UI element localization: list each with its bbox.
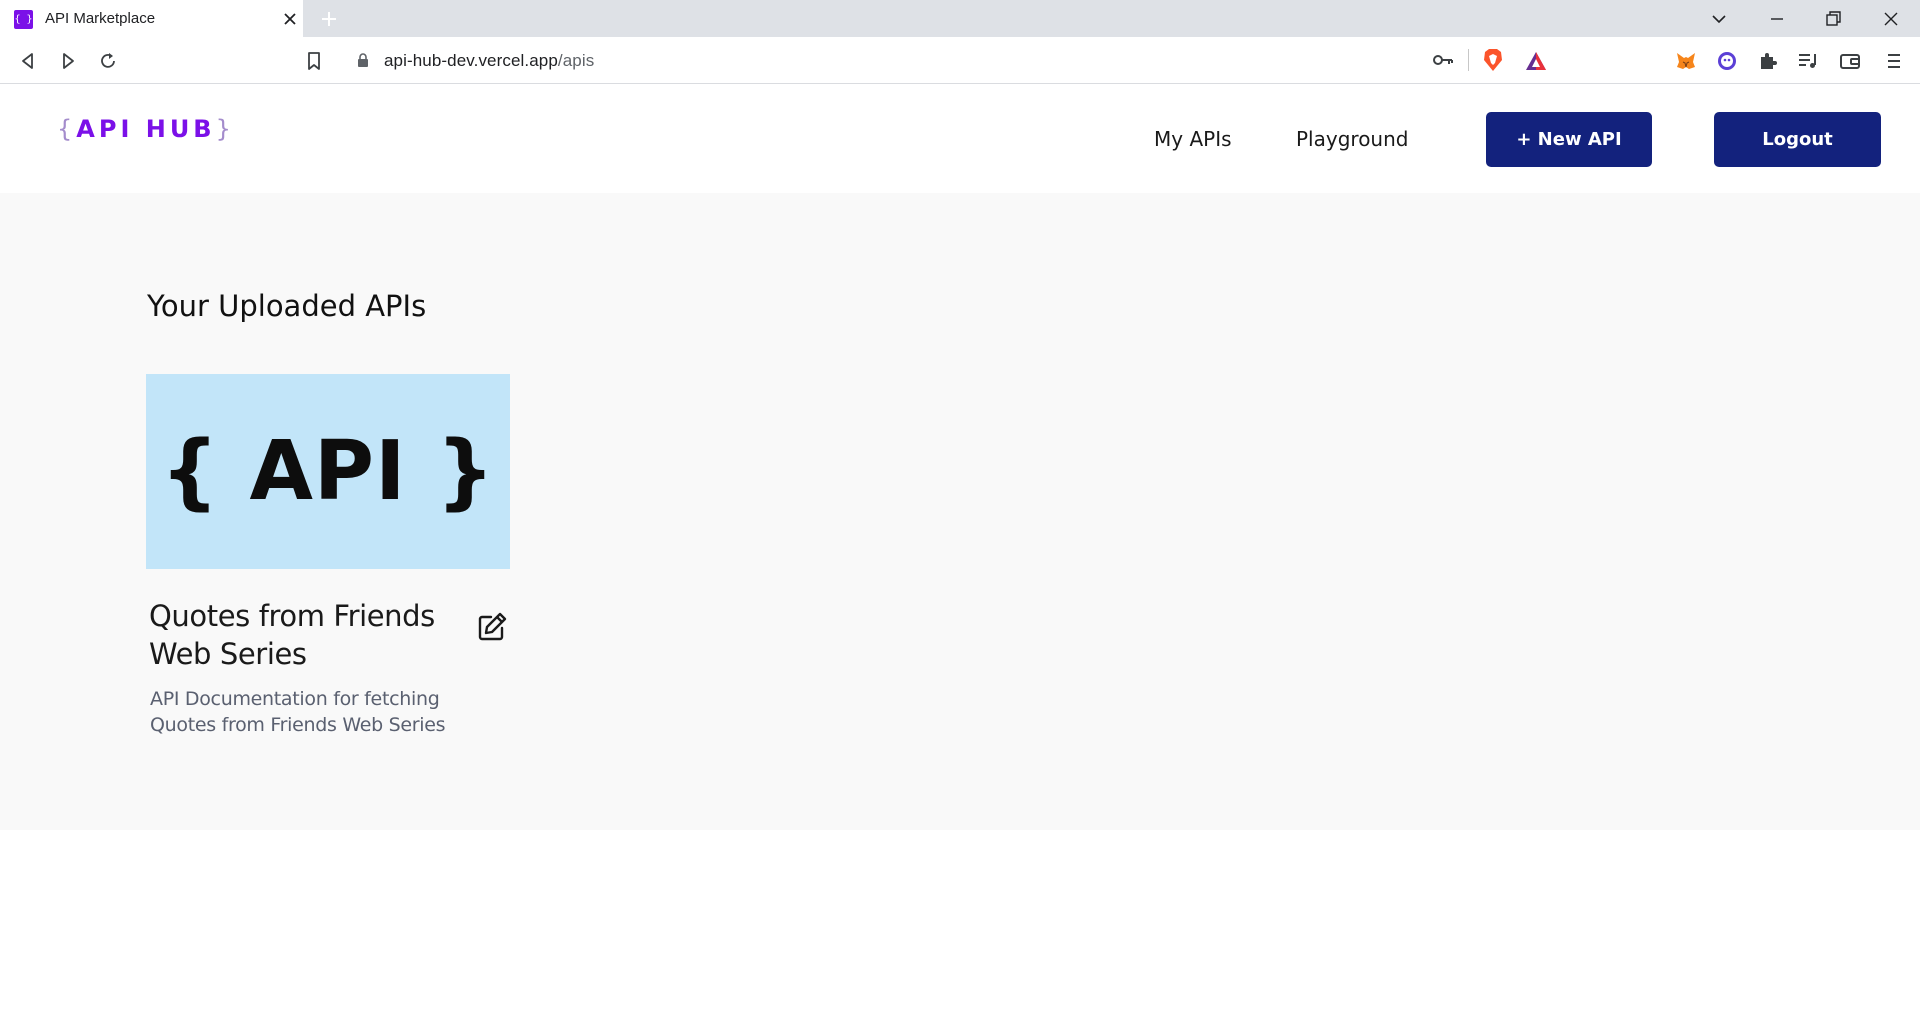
browser-tab-active[interactable]: { } API Marketplace	[0, 0, 303, 37]
tab-title: API Marketplace	[45, 10, 156, 27]
api-card-image-text: { API }	[160, 424, 496, 519]
api-card-title[interactable]: Quotes from Friends Web Series	[149, 597, 449, 673]
new-api-button[interactable]: + New API	[1486, 112, 1652, 167]
tab-search-chevron-icon[interactable]	[1708, 8, 1730, 30]
logo-brace-close: }	[215, 115, 235, 143]
metamask-fox-icon[interactable]	[1674, 49, 1698, 73]
url-text[interactable]: api-hub-dev.vercel.app/apis	[384, 51, 594, 71]
extensions-puzzle-icon[interactable]	[1756, 49, 1780, 73]
extension-face-icon[interactable]	[1715, 49, 1739, 73]
url-host: api-hub-dev.vercel.app	[384, 51, 558, 70]
site-favicon-icon: { }	[14, 10, 33, 29]
media-playlist-icon[interactable]	[1796, 49, 1820, 73]
close-window-icon[interactable]	[1880, 8, 1902, 30]
logo-text: API HUB	[76, 115, 216, 143]
page-title: Your Uploaded APIs	[147, 289, 427, 323]
minimize-window-icon[interactable]	[1766, 8, 1788, 30]
restore-window-icon[interactable]	[1822, 8, 1844, 30]
url-path: /apis	[557, 51, 595, 70]
browser-toolbar: api-hub-dev.vercel.app/apis	[0, 37, 1920, 84]
address-bar[interactable]: api-hub-dev.vercel.app/apis	[340, 42, 1558, 78]
password-key-icon[interactable]	[1432, 51, 1454, 69]
bookmark-icon[interactable]	[302, 49, 326, 73]
back-icon[interactable]	[16, 49, 40, 73]
site-header: {API HUB} My APIs Playground + New API L…	[0, 85, 1920, 193]
lock-icon	[358, 53, 368, 67]
new-tab-plus-icon[interactable]	[318, 8, 340, 30]
omnibox-divider	[1468, 49, 1469, 71]
nav-playground[interactable]: Playground	[1296, 127, 1408, 151]
api-card-description: API Documentation for fetching Quotes fr…	[150, 688, 446, 736]
api-card-image[interactable]: { API }	[146, 374, 510, 569]
forward-icon[interactable]	[56, 49, 80, 73]
nav-my-apis[interactable]: My APIs	[1154, 127, 1232, 151]
main-content: Your Uploaded APIs { API } Quotes from F…	[0, 193, 1920, 830]
browser-tab-bar: { } API Marketplace	[0, 0, 1920, 37]
api-hub-logo[interactable]: {API HUB}	[57, 115, 235, 143]
logout-button[interactable]: Logout	[1714, 112, 1881, 167]
logo-brace-open: {	[57, 115, 77, 143]
menu-hamburger-icon[interactable]	[1882, 49, 1906, 73]
wallet-icon[interactable]	[1838, 49, 1862, 73]
brave-rewards-triangle-icon[interactable]	[1524, 50, 1548, 72]
close-tab-icon[interactable]	[280, 9, 300, 29]
reload-icon[interactable]	[96, 49, 120, 73]
brave-shields-icon[interactable]	[1482, 48, 1504, 72]
edit-icon[interactable]	[476, 611, 508, 643]
